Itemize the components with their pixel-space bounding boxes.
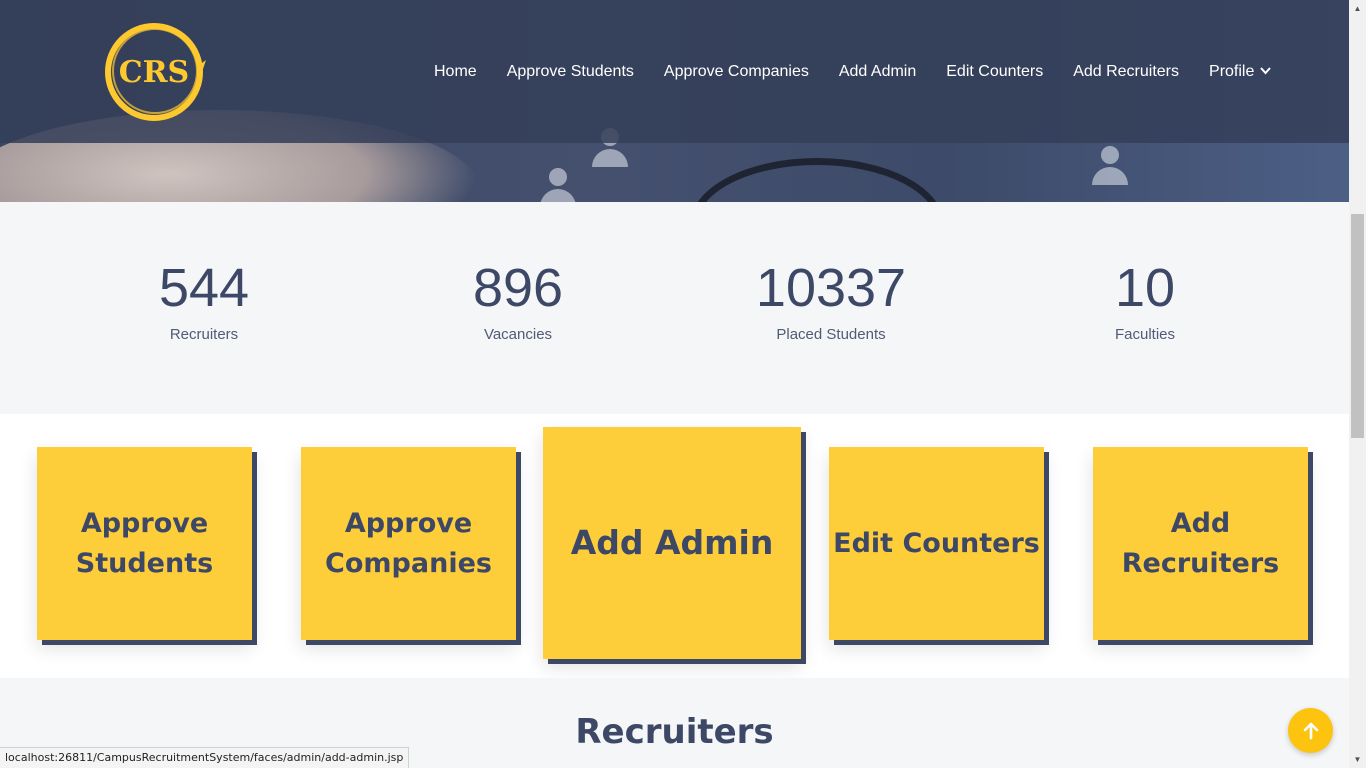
counter-vacancies: 896 Vacancies (388, 258, 648, 343)
nav-approve-students[interactable]: Approve Students (507, 63, 634, 81)
scroll-down-arrow-icon[interactable]: ▼ (1349, 751, 1366, 768)
counter-label: Faculties (1114, 326, 1176, 343)
counters-section: 544 Recruiters 896 Vacancies 10337 Place… (0, 202, 1349, 414)
card-label-line: Companies (325, 547, 492, 579)
counter-label: Placed Students (776, 326, 886, 343)
quick-actions-section: Approve Students Approve Companies Add Adm… (0, 414, 1349, 678)
counter-value: 10 (1114, 258, 1176, 318)
card-label-line: Add Admin (570, 523, 774, 562)
scroll-up-arrow-icon[interactable]: ▲ (1349, 0, 1366, 17)
back-to-top-button[interactable] (1288, 708, 1333, 753)
logo-text: CRS (118, 54, 190, 90)
crs-logo[interactable]: CRS (102, 20, 206, 124)
scrollbar-thumb[interactable] (1351, 214, 1364, 438)
card-edit-counters[interactable]: Edit Counters (829, 447, 1044, 640)
counter-placed-students: 10337 Placed Students (701, 258, 961, 343)
vertical-scrollbar[interactable]: ▲ ▼ (1349, 0, 1366, 768)
main-nav: Home Approve Students Approve Companies … (419, 62, 1286, 82)
chevron-down-icon (1260, 66, 1272, 78)
hero-background-magnifier (690, 158, 944, 202)
counter-value: 10337 (755, 258, 907, 318)
counter-value: 896 (472, 258, 564, 318)
card-approve-companies[interactable]: Approve Companies (301, 447, 516, 640)
nav-add-admin[interactable]: Add Admin (839, 63, 916, 81)
counter-label: Vacancies (483, 326, 553, 343)
arrow-up-icon (1303, 722, 1318, 739)
card-label-line: Approve (80, 507, 209, 539)
status-bar-url: localhost:26811/CampusRecruitmentSystem/… (0, 747, 410, 768)
card-label-line: Edit Counters (833, 527, 1040, 559)
card-label-line: Add (1170, 507, 1231, 539)
person-icon (540, 168, 576, 202)
nav-add-recruiters[interactable]: Add Recruiters (1073, 63, 1179, 81)
nav-profile-label: Profile (1209, 63, 1255, 80)
nav-approve-companies[interactable]: Approve Companies (664, 63, 809, 81)
person-icon (1092, 146, 1128, 185)
section-title-recruiters: Recruiters (575, 712, 774, 752)
counter-label: Recruiters (169, 326, 239, 343)
card-label-line: Approve (344, 507, 473, 539)
nav-profile-dropdown[interactable]: Profile (1209, 63, 1272, 81)
card-add-admin[interactable]: Add Admin (543, 427, 801, 659)
card-approve-students[interactable]: Approve Students (37, 447, 252, 640)
card-label-line: Recruiters (1121, 547, 1280, 579)
card-label-line: Students (75, 547, 214, 579)
card-add-recruiters[interactable]: Add Recruiters (1093, 447, 1308, 640)
counter-faculties: 10 Faculties (1015, 258, 1275, 343)
counter-value: 544 (158, 258, 250, 318)
counter-recruiters: 544 Recruiters (74, 258, 334, 343)
nav-home[interactable]: Home (434, 63, 477, 81)
nav-edit-counters[interactable]: Edit Counters (946, 63, 1043, 81)
